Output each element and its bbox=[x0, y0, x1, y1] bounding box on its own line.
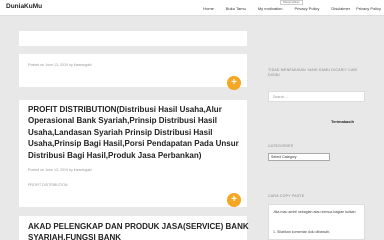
copy-instructions-box: Jika mau ambil sebagian atau semua bagia… bbox=[268, 204, 365, 240]
site-brand[interactable]: DuniaKuMu bbox=[6, 3, 42, 10]
nav-my-motivation[interactable]: My motivation bbox=[258, 6, 283, 11]
search-input[interactable]: Search ... bbox=[268, 91, 365, 102]
top-navbar: DuniaKuMu Diterjemahkan Home Buku Tamu M… bbox=[0, 0, 384, 16]
category-select[interactable]: Select Category bbox=[268, 153, 330, 161]
copy-text: Jika mau ambil sebagian atau semua bagia… bbox=[273, 210, 356, 214]
sidebar-logo-text: Terimakasih bbox=[331, 119, 355, 124]
post-card: PROFIT DISTRIBUTION(Distribusi Hasil Usa… bbox=[19, 100, 247, 207]
plus-icon[interactable]: + bbox=[227, 76, 241, 90]
post-card: Posted on June 13, 2019 by ihsaningaki bbox=[19, 54, 247, 87]
post-card: AKAD PELENGKAP DAN PRODUK JASA(SERVICE) … bbox=[19, 216, 250, 240]
post-card-empty bbox=[19, 31, 247, 46]
main-nav: Home Buku Tamu My motivation Privacy Pol… bbox=[191, 0, 381, 16]
sidebar-copy-title: CARA COPY PASTE bbox=[268, 194, 305, 198]
nav-buku-tamu[interactable]: Buku Tamu bbox=[226, 6, 246, 11]
sidebar-search-title: TIDAK MENEMUKAN YANG KAMU DICARI? CARI D… bbox=[268, 68, 358, 77]
nav-privacy-policy[interactable]: Privacy Policy bbox=[295, 6, 320, 11]
post-title[interactable]: AKAD PELENGKAP DAN PRODUK JASA(SERVICE) … bbox=[28, 221, 250, 240]
nav-disclaimer[interactable]: Disclaimer bbox=[331, 6, 350, 11]
copy-text: 1. Silahkan komentar dulu dibawah, bbox=[273, 230, 330, 234]
plus-icon[interactable]: + bbox=[227, 193, 241, 207]
post-category[interactable]: PROFIT DISTRIBUTION bbox=[28, 183, 67, 187]
post-meta: Posted on June 13, 2019 by ihsaningaki bbox=[28, 63, 92, 67]
nav-privacy-policy-2[interactable]: Privacy Policy bbox=[356, 6, 381, 11]
post-title[interactable]: PROFIT DISTRIBUTION(Distribusi Hasil Usa… bbox=[28, 104, 250, 161]
post-meta: Posted on June 13, 2019 by ihsaningaki bbox=[28, 168, 92, 172]
sidebar-categories-title: CATEGORIES bbox=[268, 144, 294, 148]
nav-home[interactable]: Home bbox=[203, 6, 214, 11]
